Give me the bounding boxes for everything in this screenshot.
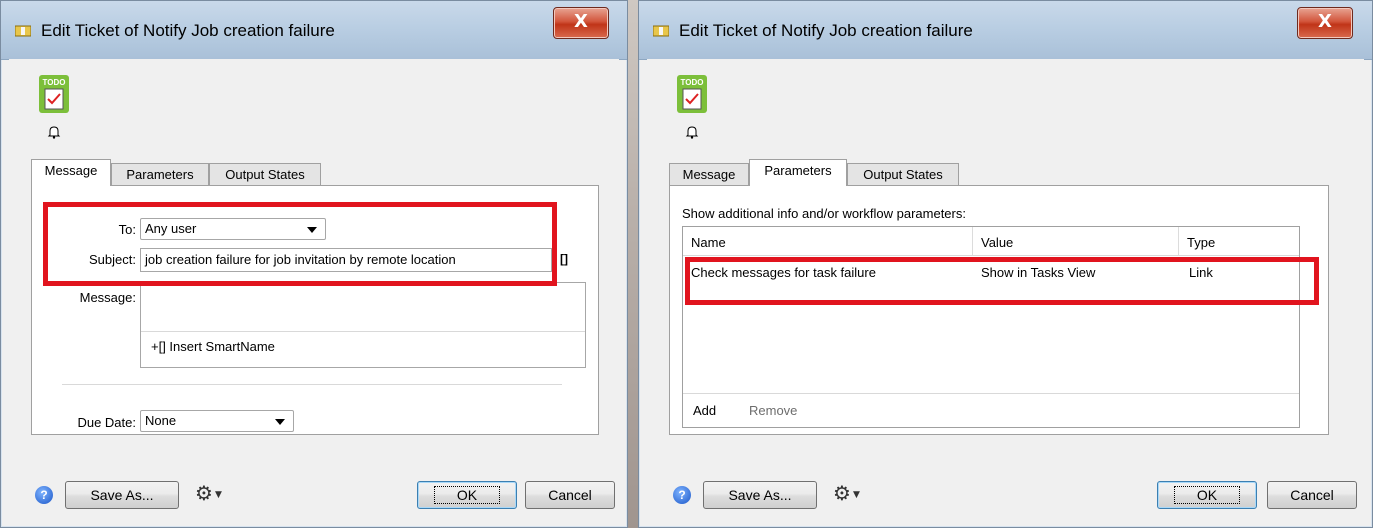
ok-button[interactable]: OK bbox=[417, 481, 517, 509]
dialog-title: Edit Ticket of Notify Job creation failu… bbox=[679, 21, 973, 40]
tab-output-states[interactable]: Output States bbox=[847, 163, 959, 185]
cancel-button[interactable]: Cancel bbox=[525, 481, 615, 509]
ok-label: OK bbox=[433, 486, 501, 504]
column-header-type[interactable]: Type bbox=[1179, 227, 1299, 255]
svg-text:TODO: TODO bbox=[43, 78, 66, 87]
svg-text:TODO: TODO bbox=[681, 78, 704, 87]
tab-message[interactable]: Message bbox=[31, 159, 111, 186]
due-date-label: Due Date: bbox=[77, 415, 136, 430]
remove-button[interactable]: Remove bbox=[749, 403, 797, 418]
todo-icon: TODO bbox=[39, 75, 69, 113]
todo-icon: TODO bbox=[677, 75, 707, 113]
close-button[interactable]: X bbox=[553, 7, 609, 39]
dialog-client: TODO Message Parameters Output States To… bbox=[9, 59, 619, 519]
divider bbox=[62, 384, 562, 385]
close-icon: X bbox=[1318, 11, 1332, 32]
close-icon: X bbox=[574, 11, 588, 32]
highlight-box bbox=[43, 202, 557, 286]
save-as-button[interactable]: Save As... bbox=[65, 481, 179, 509]
smartname-bracket-button[interactable]: [] bbox=[560, 252, 568, 266]
highlight-box bbox=[685, 257, 1319, 305]
close-button[interactable]: X bbox=[1297, 7, 1353, 39]
cancel-button[interactable]: Cancel bbox=[1267, 481, 1357, 509]
add-button[interactable]: Add bbox=[693, 403, 716, 418]
edit-ticket-dialog-parameters: Edit Ticket of Notify Job creation failu… bbox=[638, 0, 1373, 528]
gear-icon: ⚙ bbox=[195, 481, 213, 505]
tab-message[interactable]: Message bbox=[669, 163, 749, 185]
save-as-button[interactable]: Save As... bbox=[703, 481, 817, 509]
footer-divider bbox=[683, 393, 1299, 394]
title-bar: Edit Ticket of Notify Job creation failu… bbox=[639, 1, 1372, 60]
gear-icon: ⚙ bbox=[833, 481, 851, 505]
tab-output-states[interactable]: Output States bbox=[209, 163, 321, 185]
column-header-value[interactable]: Value bbox=[973, 227, 1179, 255]
editor-divider bbox=[141, 331, 585, 332]
tab-parameters[interactable]: Parameters bbox=[749, 159, 847, 186]
parameters-tab-panel: Show additional info and/or workflow par… bbox=[669, 185, 1329, 435]
bell-icon bbox=[47, 126, 61, 139]
bell-icon bbox=[685, 126, 699, 139]
due-date-value: None bbox=[145, 413, 177, 428]
column-header-name[interactable]: Name bbox=[683, 227, 973, 255]
chevron-down-icon bbox=[275, 419, 285, 425]
ticket-icon bbox=[15, 25, 31, 37]
parameters-description: Show additional info and/or workflow par… bbox=[682, 206, 966, 221]
due-date-combo[interactable]: None bbox=[140, 410, 294, 432]
gear-menu-button[interactable]: ⚙ ▼ bbox=[833, 483, 860, 505]
title-bar: Edit Ticket of Notify Job creation failu… bbox=[1, 1, 627, 60]
ok-label: OK bbox=[1173, 486, 1241, 504]
message-editor[interactable]: +[] Insert SmartName bbox=[140, 282, 586, 368]
ticket-icon bbox=[653, 25, 669, 37]
ok-button[interactable]: OK bbox=[1157, 481, 1257, 509]
header-divider bbox=[683, 255, 1299, 256]
gear-menu-button[interactable]: ⚙ ▼ bbox=[195, 483, 222, 505]
help-icon[interactable]: ? bbox=[35, 486, 53, 504]
chevron-down-icon: ▼ bbox=[852, 489, 860, 500]
chevron-down-icon: ▼ bbox=[214, 489, 222, 500]
dialog-title: Edit Ticket of Notify Job creation failu… bbox=[41, 21, 335, 40]
help-icon[interactable]: ? bbox=[673, 486, 691, 504]
edit-ticket-dialog-message: Edit Ticket of Notify Job creation failu… bbox=[0, 0, 628, 528]
message-label: Message: bbox=[79, 290, 136, 305]
dialog-client: TODO Message Parameters Output States Sh… bbox=[647, 59, 1364, 519]
insert-smartname-button[interactable]: +[] Insert SmartName bbox=[151, 339, 275, 354]
tab-parameters[interactable]: Parameters bbox=[111, 163, 209, 185]
